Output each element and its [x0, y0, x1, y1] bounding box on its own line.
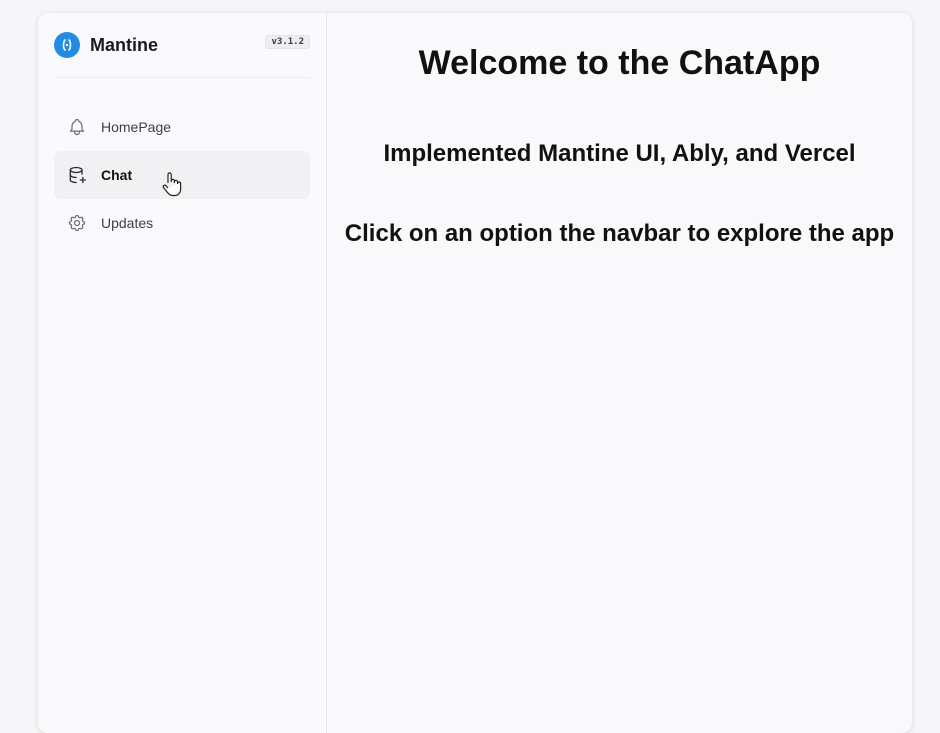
- navbar-hint: Click on an option the navbar to explore…: [344, 220, 895, 247]
- nav-list: HomePage Chat Updates: [38, 103, 326, 247]
- page-title: Welcome to the ChatApp: [418, 44, 821, 82]
- nav-item-updates[interactable]: Updates: [54, 199, 310, 247]
- mantine-logo-icon[interactable]: [54, 32, 80, 58]
- nav-item-label: Chat: [101, 167, 133, 183]
- page-subtitle: Implemented Mantine UI, Ably, and Vercel: [383, 140, 856, 167]
- brand-name[interactable]: Mantine: [90, 35, 158, 56]
- navbar-header: Mantine v3.1.2: [54, 13, 310, 78]
- nav-item-label: Updates: [101, 215, 154, 231]
- bell-icon: [66, 116, 88, 138]
- nav-item-label: HomePage: [101, 119, 172, 135]
- app-window: Mantine v3.1.2 HomePage Chat Updates Wel…: [38, 13, 912, 733]
- gear-icon: [66, 212, 88, 234]
- nav-item-homepage[interactable]: HomePage: [54, 103, 310, 151]
- nav-item-chat[interactable]: Chat: [54, 151, 310, 199]
- database-import-icon: [66, 164, 88, 186]
- logo-mark-icon: [62, 39, 72, 51]
- main-content: Welcome to the ChatApp Implemented Manti…: [327, 13, 912, 733]
- version-badge: v3.1.2: [265, 35, 310, 49]
- navbar: Mantine v3.1.2 HomePage Chat Updates: [38, 13, 327, 733]
- hand-pointer-cursor-icon: [162, 172, 182, 197]
